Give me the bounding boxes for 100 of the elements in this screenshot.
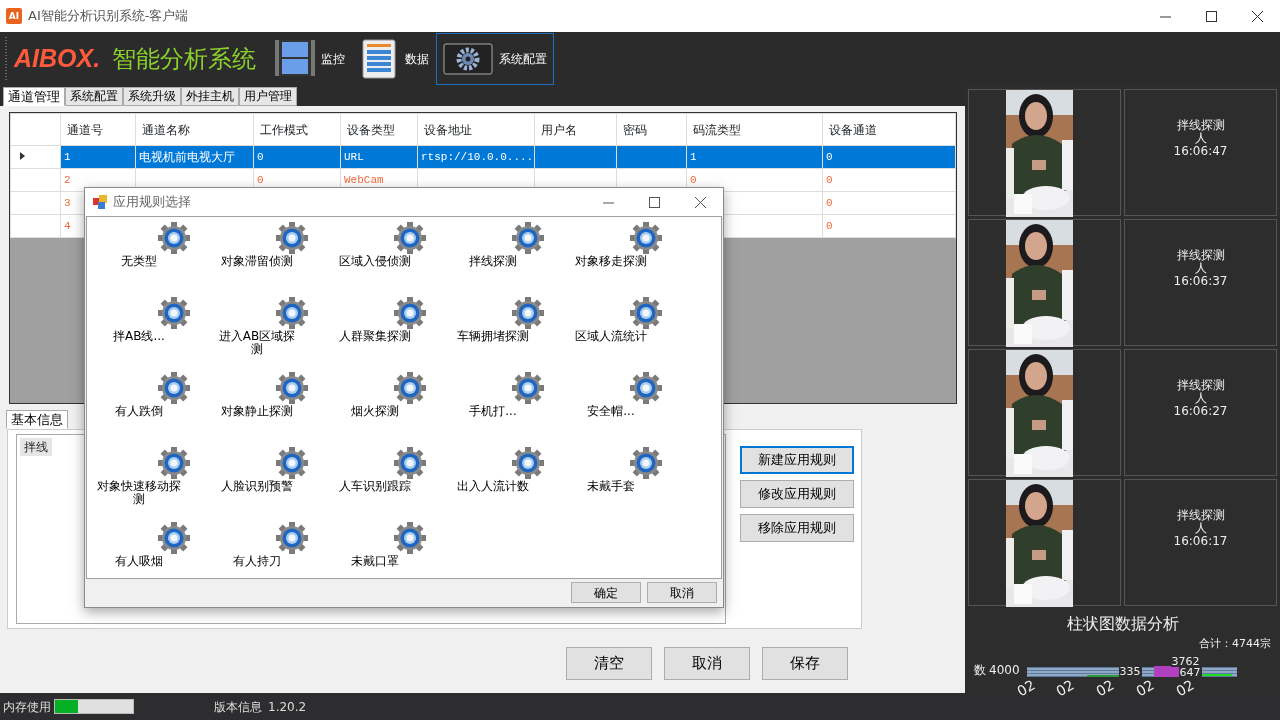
tab[interactable]: 外挂主机	[181, 87, 239, 106]
rule-option[interactable]: 人车识别跟踪	[333, 446, 451, 521]
close-icon	[694, 196, 706, 208]
event-time: 16:06:37	[1173, 275, 1228, 289]
rule-option[interactable]: 烟火探测	[333, 371, 451, 446]
rule-option[interactable]: 拌线探测	[451, 221, 569, 296]
event-rule: 拌线探测	[1176, 378, 1225, 392]
gear-icon	[511, 371, 545, 405]
event-time: 16:06:17	[1173, 535, 1228, 549]
gear-icon	[157, 221, 191, 255]
rule-option[interactable]: 对象滞留侦测	[215, 221, 333, 296]
rule-option[interactable]: 安全帽...	[569, 371, 687, 446]
chart-total: 合计：4744宗	[1199, 636, 1271, 652]
table-cell: 0	[257, 150, 264, 163]
table-cell: 电视机前电视大厅	[139, 150, 235, 164]
maximize-icon	[648, 196, 660, 208]
tab[interactable]: 系统配置	[65, 87, 123, 106]
rule-option[interactable]: 有人持刀	[215, 521, 333, 596]
column-header: 码流类型	[693, 122, 741, 137]
event-rule: 拌线探测	[1176, 118, 1225, 132]
value-label: 335	[1118, 665, 1142, 677]
row-pointer-icon	[20, 151, 25, 160]
rule-option[interactable]: 有人跌倒	[97, 371, 215, 446]
event-rule: 拌线探测	[1176, 508, 1225, 522]
gear-icon	[393, 221, 427, 255]
action-button[interactable]: 取消	[664, 647, 750, 680]
table-cell: 0	[257, 173, 264, 186]
gear-icon	[275, 446, 309, 480]
gear-icon	[157, 446, 191, 480]
rule-option[interactable]: 车辆拥堵探测	[451, 296, 569, 371]
rule-option[interactable]: 拌AB线...	[97, 296, 215, 371]
event-time: 16:06:47	[1173, 145, 1228, 159]
rule-option[interactable]: 区域人流统计	[569, 296, 687, 371]
table-cell: 3	[64, 196, 71, 209]
memory-label: 内存使用	[3, 698, 51, 716]
x-axis-label: 02	[1133, 677, 1157, 698]
axis-label: 数	[974, 661, 986, 679]
x-axis-label: 02	[1054, 677, 1077, 698]
dialog-button[interactable]: 取消	[647, 582, 717, 603]
app-icon: AI	[6, 8, 22, 24]
maximize-icon	[1205, 10, 1217, 22]
column-header: 设备地址	[424, 122, 472, 137]
column-header: 通道名称	[142, 122, 190, 137]
rule-option[interactable]: 有人吸烟	[97, 521, 215, 596]
rule-button[interactable]: 修改应用规则	[740, 480, 854, 508]
value-label: 647	[1178, 666, 1202, 678]
gear-icon	[157, 371, 191, 405]
nav-button[interactable]: 监控	[268, 33, 353, 85]
rule-option[interactable]: 人群聚集探测	[333, 296, 451, 371]
table-cell: 1	[690, 150, 697, 163]
event-time: 16:06:27	[1173, 405, 1228, 419]
nav-button[interactable]: 系统配置	[436, 33, 555, 85]
app-name: 智能分析系统	[112, 44, 257, 75]
table-cell: 1	[64, 150, 71, 163]
rule-option[interactable]: 手机打...	[451, 371, 569, 446]
table-cell: WebCam	[344, 173, 384, 186]
rule-option[interactable]: 出入人流计数	[451, 446, 569, 521]
gear-icon	[157, 296, 191, 330]
grip-icon	[4, 37, 8, 81]
table-cell: 0	[826, 173, 833, 186]
rule-option[interactable]: 对象移走探测	[569, 221, 687, 296]
gear-icon	[393, 296, 427, 330]
table-cell: 0	[826, 150, 833, 163]
tab[interactable]: 基本信息	[6, 410, 68, 429]
nav-button[interactable]: 数据	[352, 33, 437, 85]
dialog-button[interactable]: 确定	[571, 582, 641, 603]
gear-icon	[275, 221, 309, 255]
rule-option[interactable]: 对象快速移动探测	[97, 446, 215, 521]
tab[interactable]: 用户管理	[239, 87, 297, 106]
rule-option[interactable]: 进入AB区域探测	[215, 296, 333, 371]
table-cell: URL	[344, 150, 364, 163]
action-button[interactable]: 保存	[762, 647, 848, 680]
gear-icon	[393, 521, 427, 555]
column-header: 通道号	[67, 122, 103, 137]
rule-button[interactable]: 新建应用规则	[740, 446, 854, 474]
gear-icon	[511, 296, 545, 330]
rule-option[interactable]: 人脸识别预警	[215, 446, 333, 521]
gear-icon	[629, 221, 663, 255]
event-target: 人	[1194, 521, 1207, 536]
gear-icon	[629, 371, 663, 405]
tab[interactable]: 通道管理	[3, 87, 65, 106]
x-axis-label: 02	[1173, 677, 1196, 698]
rule-option[interactable]: 对象静止探测	[215, 371, 333, 446]
column-header: 工作模式	[260, 122, 308, 137]
x-axis-label: 02	[1014, 677, 1037, 698]
rule-option[interactable]: 区域入侵侦测	[333, 221, 451, 296]
axis-tick: 4000	[989, 661, 1020, 679]
action-button[interactable]: 清空	[566, 647, 652, 680]
gear-icon	[629, 446, 663, 480]
rule-button[interactable]: 移除应用规则	[740, 514, 854, 542]
column-header: 用户名	[541, 122, 577, 137]
rule-option[interactable]: 未戴口罩	[333, 521, 451, 596]
rule-option[interactable]: 未戴手套	[569, 446, 687, 521]
chart-title: 柱状图数据分析	[1065, 613, 1180, 635]
tab[interactable]: 系统升级	[123, 87, 181, 106]
list-item[interactable]: 拌线	[20, 438, 52, 456]
window-title: AI智能分析识别系统-客户端	[28, 7, 190, 26]
gear-icon	[511, 446, 545, 480]
event-target: 人	[1194, 391, 1207, 406]
rule-option[interactable]: 无类型	[97, 221, 215, 296]
